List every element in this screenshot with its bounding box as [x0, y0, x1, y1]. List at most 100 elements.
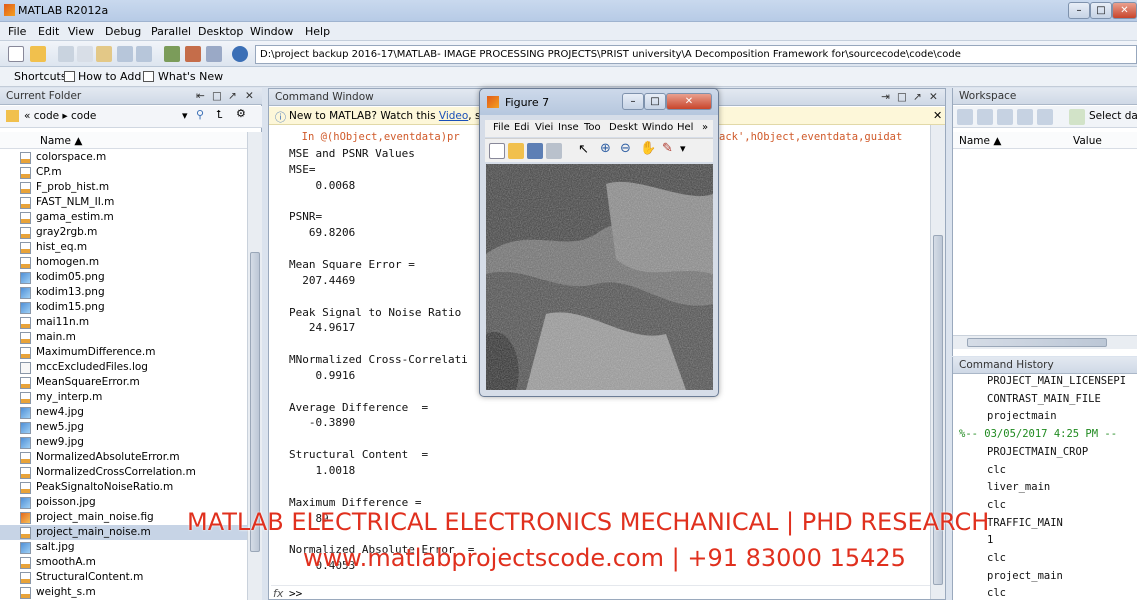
- file-row[interactable]: CP.m: [20, 165, 245, 180]
- command-prompt[interactable]: >>: [289, 587, 302, 600]
- save-workspace-icon[interactable]: [997, 109, 1013, 125]
- command-prompt-row[interactable]: fx >>: [271, 585, 931, 600]
- search-icon[interactable]: ⚲: [196, 108, 204, 121]
- close-button[interactable]: ✕: [1112, 2, 1137, 19]
- menu-debug[interactable]: Debug: [105, 25, 141, 38]
- minimize-button[interactable]: –: [1068, 2, 1090, 19]
- history-entry[interactable]: 1: [987, 534, 993, 546]
- copy-icon[interactable]: [77, 46, 93, 62]
- paste-icon[interactable]: [96, 46, 112, 62]
- new-figure-icon[interactable]: [489, 143, 505, 159]
- scrollbar-thumb[interactable]: [967, 338, 1107, 347]
- print-icon[interactable]: [546, 143, 562, 159]
- history-entry[interactable]: clc: [987, 464, 1006, 476]
- file-row[interactable]: MaximumDifference.m: [20, 345, 245, 360]
- menu-help[interactable]: Help: [305, 25, 330, 38]
- help-icon[interactable]: [232, 46, 248, 62]
- open-file-icon[interactable]: [508, 143, 524, 159]
- history-entry[interactable]: projectmain: [987, 410, 1057, 422]
- select-data-button[interactable]: Select data: [1089, 110, 1137, 122]
- delete-variable-icon[interactable]: [1017, 109, 1033, 125]
- panel-maximize-icon[interactable]: □: [212, 88, 222, 104]
- name-column-header[interactable]: Name ▲: [40, 135, 82, 147]
- history-entry[interactable]: clc: [987, 499, 1006, 511]
- figure-menu-file[interactable]: File: [493, 122, 510, 133]
- new-file-icon[interactable]: [8, 46, 24, 62]
- fx-icon[interactable]: fx: [273, 587, 283, 600]
- menu-parallel[interactable]: Parallel: [151, 25, 191, 38]
- file-row[interactable]: my_interp.m: [20, 390, 245, 405]
- file-row[interactable]: new9.jpg: [20, 435, 245, 450]
- file-row[interactable]: new5.jpg: [20, 420, 245, 435]
- history-session-marker[interactable]: %-- 03/05/2017 4:25 PM --: [959, 428, 1117, 440]
- open-folder-icon[interactable]: [30, 46, 46, 62]
- simulink-icon[interactable]: [164, 46, 180, 62]
- file-row[interactable]: gray2rgb.m: [20, 225, 245, 240]
- figure-menu-insert[interactable]: Inse: [558, 122, 579, 133]
- file-row[interactable]: FAST_NLM_II.m: [20, 195, 245, 210]
- figure-minimize-button[interactable]: –: [622, 93, 644, 110]
- file-row[interactable]: weight_s.m: [20, 585, 245, 600]
- figure-menu-more[interactable]: »: [702, 122, 708, 133]
- figure-menu-view[interactable]: Viei: [535, 122, 553, 133]
- history-entry[interactable]: CONTRAST_MAIN_FILE: [987, 393, 1101, 405]
- chevron-down-icon[interactable]: ▾: [680, 142, 686, 155]
- file-row[interactable]: mai11n.m: [20, 315, 245, 330]
- panel-undock-icon[interactable]: ⇤: [196, 88, 205, 104]
- file-row[interactable]: MeanSquareError.m: [20, 375, 245, 390]
- folder-up-icon[interactable]: ⮤: [216, 108, 223, 122]
- save-icon[interactable]: [527, 143, 543, 159]
- chevron-down-icon[interactable]: ▾: [182, 109, 188, 122]
- plot-icon[interactable]: [1069, 109, 1085, 125]
- pan-icon[interactable]: ✋: [640, 141, 656, 156]
- history-entry[interactable]: PROJECTMAIN_CROP: [987, 446, 1088, 458]
- menu-desktop[interactable]: Desktop: [198, 25, 243, 38]
- figure-title-bar[interactable]: Figure 7 – □ ✕: [480, 89, 718, 115]
- figure-maximize-button[interactable]: □: [644, 93, 666, 110]
- file-row[interactable]: kodim05.png: [20, 270, 245, 285]
- guide-icon[interactable]: [185, 46, 201, 62]
- file-row[interactable]: PeakSignaltoNoiseRatio.m: [20, 480, 245, 495]
- menu-view[interactable]: View: [68, 25, 94, 38]
- file-row[interactable]: kodim15.png: [20, 300, 245, 315]
- profiler-icon[interactable]: [206, 46, 222, 62]
- menu-window[interactable]: Window: [250, 25, 293, 38]
- current-folder-path-input[interactable]: D:\project backup 2016-17\MATLAB- IMAGE …: [255, 45, 1137, 64]
- panel-undock-icon[interactable]: ⇥: [881, 89, 890, 105]
- figure-close-button[interactable]: ✕: [666, 93, 712, 110]
- zoom-out-icon[interactable]: ⊖: [620, 141, 631, 156]
- shortcuts-label[interactable]: Shortcuts: [14, 70, 67, 83]
- figure-menu-window[interactable]: Windo: [642, 122, 673, 133]
- figure-window[interactable]: Figure 7 – □ ✕ File Edi Viei Inse Too De…: [479, 88, 719, 397]
- pointer-icon[interactable]: ↖: [578, 142, 589, 157]
- cut-icon[interactable]: [58, 46, 74, 62]
- history-entry[interactable]: project_main: [987, 570, 1063, 582]
- file-row[interactable]: homogen.m: [20, 255, 245, 270]
- history-entry[interactable]: TRAFFIC_MAIN: [987, 517, 1063, 529]
- file-row[interactable]: smoothA.m: [20, 555, 245, 570]
- gear-icon[interactable]: ⚙: [236, 107, 246, 120]
- undo-icon[interactable]: [117, 46, 133, 62]
- new-variable-icon[interactable]: [957, 109, 973, 125]
- print-icon[interactable]: [1037, 109, 1053, 125]
- panel-close-icon[interactable]: ✕: [929, 89, 938, 105]
- menu-file[interactable]: File: [8, 25, 26, 38]
- file-row[interactable]: gama_estim.m: [20, 210, 245, 225]
- scrollbar-thumb[interactable]: [250, 252, 260, 552]
- open-variable-icon[interactable]: [977, 109, 993, 125]
- figure-menu-edit[interactable]: Edi: [514, 122, 529, 133]
- menu-edit[interactable]: Edit: [38, 25, 59, 38]
- figure-menu-help[interactable]: Hel: [677, 122, 693, 133]
- folder-breadcrumb[interactable]: « code ▸ code: [24, 110, 96, 122]
- workspace-value-column[interactable]: Value: [1073, 135, 1102, 147]
- workspace-name-column[interactable]: Name ▲: [959, 135, 1001, 147]
- figure-image-axes[interactable]: [486, 164, 713, 390]
- history-entry[interactable]: PROJECT_MAIN_LICENSEPI: [987, 375, 1126, 387]
- file-row[interactable]: hist_eq.m: [20, 240, 245, 255]
- history-entry[interactable]: clc: [987, 552, 1006, 564]
- how-to-add-link[interactable]: How to Add: [78, 70, 141, 83]
- file-row[interactable]: main.m: [20, 330, 245, 345]
- file-row[interactable]: colorspace.m: [20, 150, 245, 165]
- figure-menu-desktop[interactable]: Deskt: [609, 122, 638, 133]
- file-row[interactable]: F_prob_hist.m: [20, 180, 245, 195]
